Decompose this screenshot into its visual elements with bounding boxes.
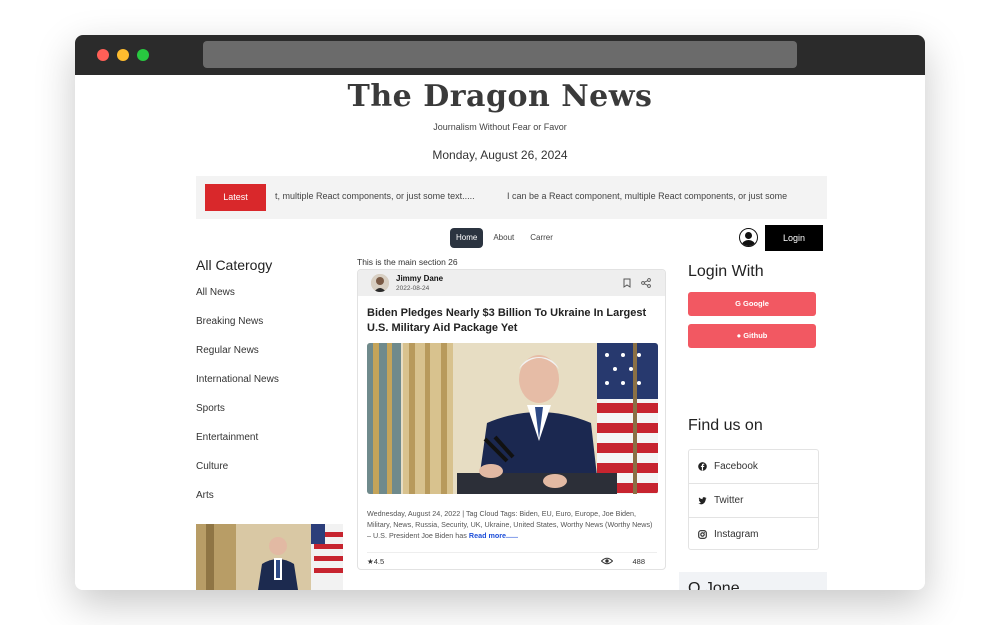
- news-excerpt: Wednesday, August 24, 2022 | Tag Cloud T…: [367, 508, 657, 541]
- maximize-window-dot[interactable]: [137, 49, 149, 61]
- find-us-title: Find us on: [688, 417, 763, 434]
- current-date: Monday, August 26, 2024: [432, 148, 568, 162]
- category-sidebar: All Caterogy All News Breaking News Regu…: [196, 257, 346, 504]
- brand-title: The Dragon News: [347, 79, 653, 114]
- bookmark-icon[interactable]: [622, 278, 632, 288]
- page: The Dragon News Journalism Without Fear …: [75, 75, 925, 590]
- nav-about[interactable]: About: [487, 228, 520, 248]
- nav-carrer[interactable]: Carrer: [524, 228, 559, 248]
- login-button[interactable]: Login: [765, 225, 823, 251]
- minimize-window-dot[interactable]: [117, 49, 129, 61]
- instagram-label: Instagram: [714, 529, 759, 540]
- ticker-text-2: I can be a React component, multiple Rea…: [507, 191, 788, 201]
- instagram-icon: [698, 530, 707, 539]
- login-with-title: Login With: [688, 263, 764, 280]
- category-item[interactable]: Culture: [196, 461, 346, 475]
- browser-titlebar: [75, 35, 925, 75]
- twitter-icon: [698, 497, 707, 505]
- share-icon[interactable]: [641, 278, 651, 288]
- qzone-title: Q Jone: [688, 580, 740, 590]
- github-label: Github: [743, 331, 768, 340]
- news-card: Jimmy Dane 2022-08-24 Biden Pledges Near…: [357, 269, 666, 570]
- view-count: 488: [632, 557, 645, 566]
- category-item[interactable]: Entertainment: [196, 432, 346, 446]
- main-section-note: This is the main section 26: [357, 257, 458, 267]
- twitter-label: Twitter: [714, 495, 744, 506]
- main-nav: Home About Carrer: [450, 228, 559, 248]
- facebook-icon: [698, 462, 707, 471]
- category-title: All Caterogy: [196, 257, 273, 273]
- tagline: Journalism Without Fear or Favor: [433, 122, 567, 132]
- qzone-section: Q Jone: [679, 572, 827, 590]
- eye-icon: [601, 557, 613, 565]
- github-login-button[interactable]: ● Github: [688, 324, 816, 348]
- author-date: 2022-08-24: [396, 285, 430, 292]
- read-more-link[interactable]: Read more......: [469, 531, 518, 540]
- category-item[interactable]: Sports: [196, 403, 346, 417]
- ticker-text-1: t, multiple React components, or just so…: [275, 191, 475, 201]
- category-item[interactable]: Breaking News: [196, 316, 346, 330]
- author-name[interactable]: Jimmy Dane: [396, 274, 443, 283]
- facebook-link[interactable]: Facebook: [689, 450, 818, 484]
- rating-value: 4.5: [373, 557, 385, 566]
- category-item[interactable]: International News: [196, 374, 346, 388]
- category-item[interactable]: All News: [196, 287, 346, 301]
- star-icon: ★: [367, 557, 374, 566]
- twitter-link[interactable]: Twitter: [689, 484, 818, 518]
- close-window-dot[interactable]: [97, 49, 109, 61]
- address-bar[interactable]: [203, 41, 797, 68]
- author-avatar: [371, 274, 389, 292]
- rating: ★4.5: [367, 557, 384, 566]
- news-image[interactable]: [367, 343, 658, 494]
- user-avatar-icon[interactable]: [739, 228, 758, 247]
- social-links: Facebook Twitter Instagram: [688, 449, 819, 550]
- google-label: Google: [743, 299, 769, 308]
- sidebar-news-image[interactable]: [196, 524, 343, 590]
- google-login-button[interactable]: G Google: [688, 292, 816, 316]
- nav-home[interactable]: Home: [450, 228, 484, 248]
- news-title[interactable]: Biden Pledges Nearly $3 Billion To Ukrai…: [367, 306, 657, 336]
- right-sidebar: Login With: [688, 263, 828, 281]
- category-item[interactable]: Arts: [196, 490, 346, 504]
- instagram-link[interactable]: Instagram: [689, 518, 818, 551]
- news-ticker: Latest t, multiple React components, or …: [196, 176, 827, 219]
- card-footer: ★4.5 488: [367, 552, 657, 567]
- latest-badge[interactable]: Latest: [205, 184, 266, 211]
- category-item[interactable]: Regular News: [196, 345, 346, 359]
- card-header: Jimmy Dane 2022-08-24: [358, 270, 665, 296]
- google-icon: G: [735, 299, 741, 308]
- browser-window: The Dragon News Journalism Without Fear …: [75, 35, 925, 590]
- github-icon: ●: [736, 331, 742, 340]
- facebook-label: Facebook: [714, 461, 758, 472]
